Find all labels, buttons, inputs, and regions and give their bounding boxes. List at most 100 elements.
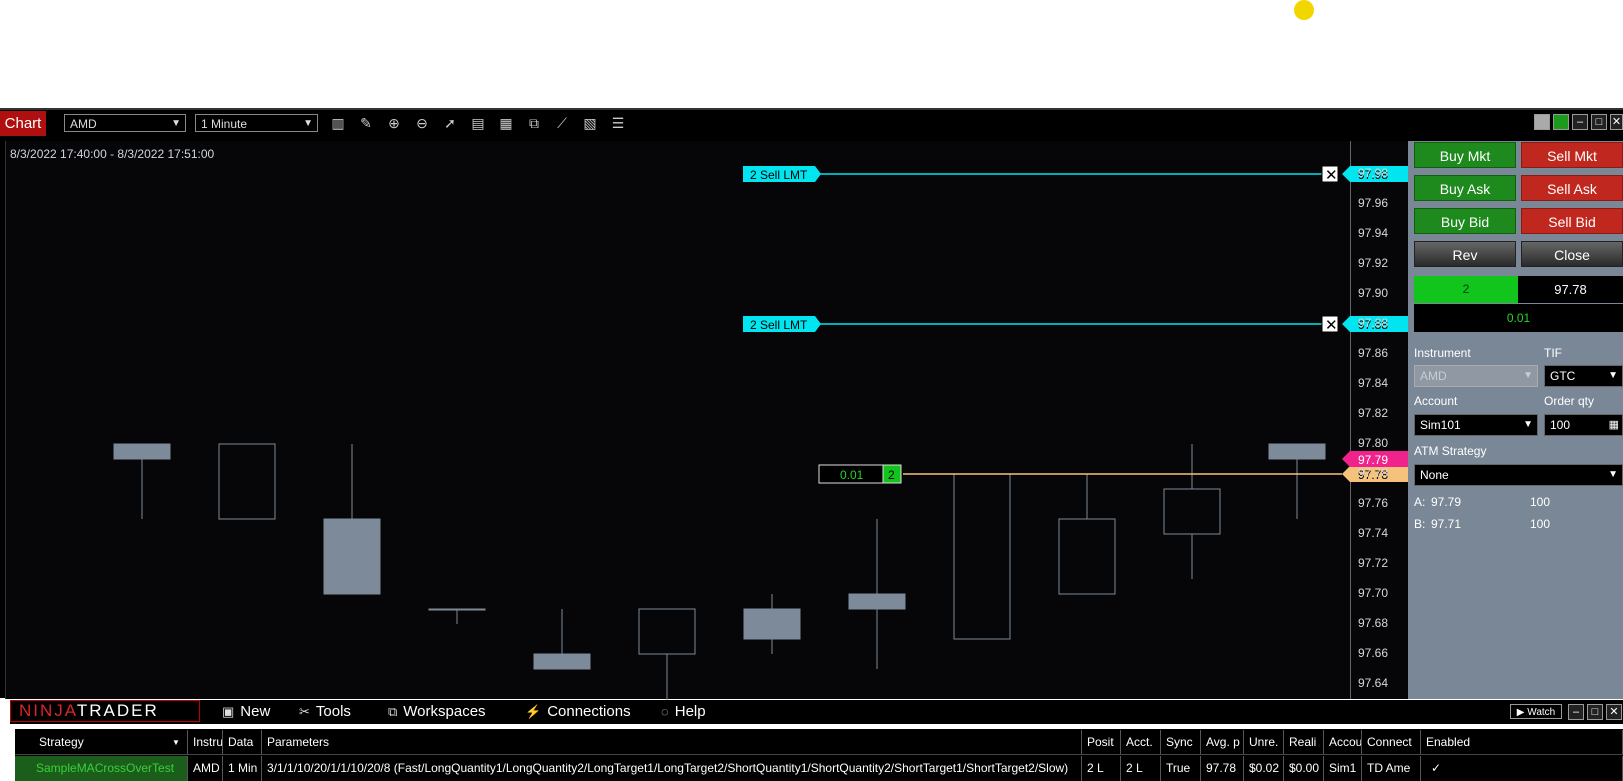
grid-data-cell: $0.02	[1244, 756, 1284, 781]
close-position-button[interactable]: Close	[1521, 241, 1623, 267]
order-qty-label: Order qty	[1544, 394, 1595, 408]
panel-instrument-select: AMD ▼	[1414, 365, 1538, 387]
position-pnl-label: 0.01	[840, 468, 864, 482]
grid-header-cell[interactable]: Posit	[1082, 730, 1121, 755]
tif-label: TIF	[1544, 346, 1562, 360]
buy-market-button[interactable]: Buy Mkt	[1414, 142, 1516, 168]
position-pnl: 0.01	[1414, 304, 1623, 332]
cc-close-icon[interactable]: ✕	[1606, 704, 1622, 720]
account-value: Sim101	[1420, 418, 1461, 432]
price-tick: 97.90	[1358, 286, 1389, 300]
grid-header-cell[interactable]: Strategy	[15, 730, 188, 755]
reverse-button[interactable]: Rev	[1414, 241, 1516, 267]
cc-maximize-icon[interactable]: □	[1587, 704, 1603, 720]
price-tick: 97.94	[1358, 226, 1389, 240]
ask-size: 100	[1530, 495, 1551, 509]
account-label: Account	[1414, 394, 1458, 408]
grid-data-cell: True	[1161, 756, 1201, 781]
menu-new-label: New	[240, 703, 271, 720]
menu-tools[interactable]: ✂ Tools	[299, 701, 351, 723]
order-tag-label[interactable]: 2 Sell LMT	[750, 168, 808, 182]
grid-data-cell: 97.78	[1201, 756, 1244, 781]
enabled-checkbox[interactable]: ✓	[1421, 756, 1623, 781]
calculator-icon[interactable]: ▦	[1609, 415, 1619, 435]
grid-header-cell[interactable]: Unre.	[1244, 730, 1284, 755]
grid-header-cell[interactable]: Accou	[1324, 730, 1362, 755]
close-icon[interactable]: ✕	[1610, 114, 1623, 130]
chevron-down-icon: ▼	[1608, 370, 1618, 381]
plug-icon: ⚡	[525, 704, 542, 719]
price-tick: 97.92	[1358, 256, 1389, 270]
ask-label: A:	[1414, 495, 1426, 509]
panel-instrument-value: AMD	[1420, 369, 1447, 383]
grid-header-cell[interactable]: Avg. p	[1201, 730, 1244, 755]
grid-data-cell: AMD	[188, 756, 223, 781]
price-tick: 97.98	[1358, 166, 1389, 180]
price-tick: 97.68	[1358, 616, 1389, 630]
candle-body	[953, 473, 1011, 640]
candle-body	[638, 608, 696, 655]
grid-header-cell[interactable]: Instru	[188, 730, 223, 755]
grid-data-cell: Sim1	[1324, 756, 1362, 781]
price-tick: 97.76	[1358, 496, 1389, 510]
sell-bid-button[interactable]: Sell Bid	[1521, 208, 1623, 234]
buy-ask-button[interactable]: Buy Ask	[1414, 175, 1516, 201]
maximize-icon[interactable]: □	[1591, 114, 1607, 130]
instrument-label: Instrument	[1414, 346, 1471, 360]
grid-header-cell[interactable]: Reali	[1284, 730, 1324, 755]
order-qty-input[interactable]: 100 ▦	[1544, 414, 1623, 436]
grid-header-cell[interactable]: Connect	[1362, 730, 1421, 755]
grid-header-cell[interactable]: Acct.	[1121, 730, 1161, 755]
sell-market-button[interactable]: Sell Mkt	[1521, 142, 1623, 168]
sort-dropdown-icon[interactable]: ▼	[172, 738, 180, 747]
cancel-order-x: ✕	[1325, 166, 1338, 184]
minimize-icon[interactable]: –	[1572, 114, 1588, 130]
help-icon: ◌	[661, 704, 669, 719]
link-icon[interactable]	[1553, 114, 1569, 130]
new-icon: ▣	[222, 704, 235, 719]
grid-header-cell[interactable]: Enabled	[1421, 730, 1623, 755]
sell-ask-button[interactable]: Sell Ask	[1521, 175, 1623, 201]
price-tick: 97.78	[1358, 466, 1389, 480]
grid-header-cell[interactable]: Parameters	[262, 730, 1082, 755]
tools-icon: ✂	[299, 704, 310, 719]
order-tag-label[interactable]: 2 Sell LMT	[750, 318, 808, 332]
atm-strategy-label: ATM Strategy	[1414, 444, 1487, 458]
price-tick: 97.86	[1358, 346, 1389, 360]
tif-value: GTC	[1550, 369, 1576, 383]
bid-size: 100	[1530, 517, 1551, 531]
candle-body	[1268, 443, 1326, 460]
position-avg-price: 97.78	[1518, 276, 1623, 303]
menu-new[interactable]: ▣ New	[222, 701, 270, 723]
menu-workspaces-label: Workspaces	[403, 703, 486, 720]
price-tick: 97.82	[1358, 406, 1389, 420]
price-tick: 97.80	[1358, 436, 1389, 450]
buy-bid-button[interactable]: Buy Bid	[1414, 208, 1516, 234]
watch-button[interactable]: ▶ Watch	[1510, 704, 1562, 719]
price-tick: 97.84	[1358, 376, 1389, 390]
menu-workspaces[interactable]: ⧉ Workspaces	[388, 701, 486, 723]
candle-body	[428, 608, 486, 611]
watch-label: Watch	[1527, 707, 1556, 718]
ask-price: 97.79	[1431, 495, 1462, 509]
menu-tools-label: Tools	[315, 703, 351, 720]
grid-header-cell[interactable]: Data	[223, 730, 262, 755]
chart-svg: 2 Sell LMT ✕ 97.98 2 Sell LMT ✕ 97.88 0.01 2 97.…	[113, 165, 1408, 700]
atm-strategy-select[interactable]: None ▼	[1414, 464, 1623, 486]
grid-data-cell: 2 L	[1082, 756, 1121, 781]
candle-body	[1058, 518, 1116, 595]
cc-minimize-icon[interactable]: –	[1568, 704, 1584, 720]
tif-select[interactable]: GTC ▼	[1544, 365, 1623, 387]
menu-help[interactable]: ◌ Help	[661, 701, 706, 723]
tile-icon[interactable]	[1534, 114, 1550, 130]
menu-connections[interactable]: ⚡ Connections	[525, 701, 631, 723]
cancel-order-x: ✕	[1325, 316, 1338, 334]
workspaces-icon: ⧉	[388, 704, 398, 719]
position-qty: 2	[1414, 276, 1518, 303]
price-tick: 97.70	[1358, 586, 1389, 600]
account-select[interactable]: Sim101 ▼	[1414, 414, 1538, 436]
candle-body	[113, 443, 171, 460]
last-price-label: 97.79	[1358, 453, 1388, 467]
grid-data-cell: 1 Min	[223, 756, 262, 781]
grid-header-cell[interactable]: Sync	[1161, 730, 1201, 755]
